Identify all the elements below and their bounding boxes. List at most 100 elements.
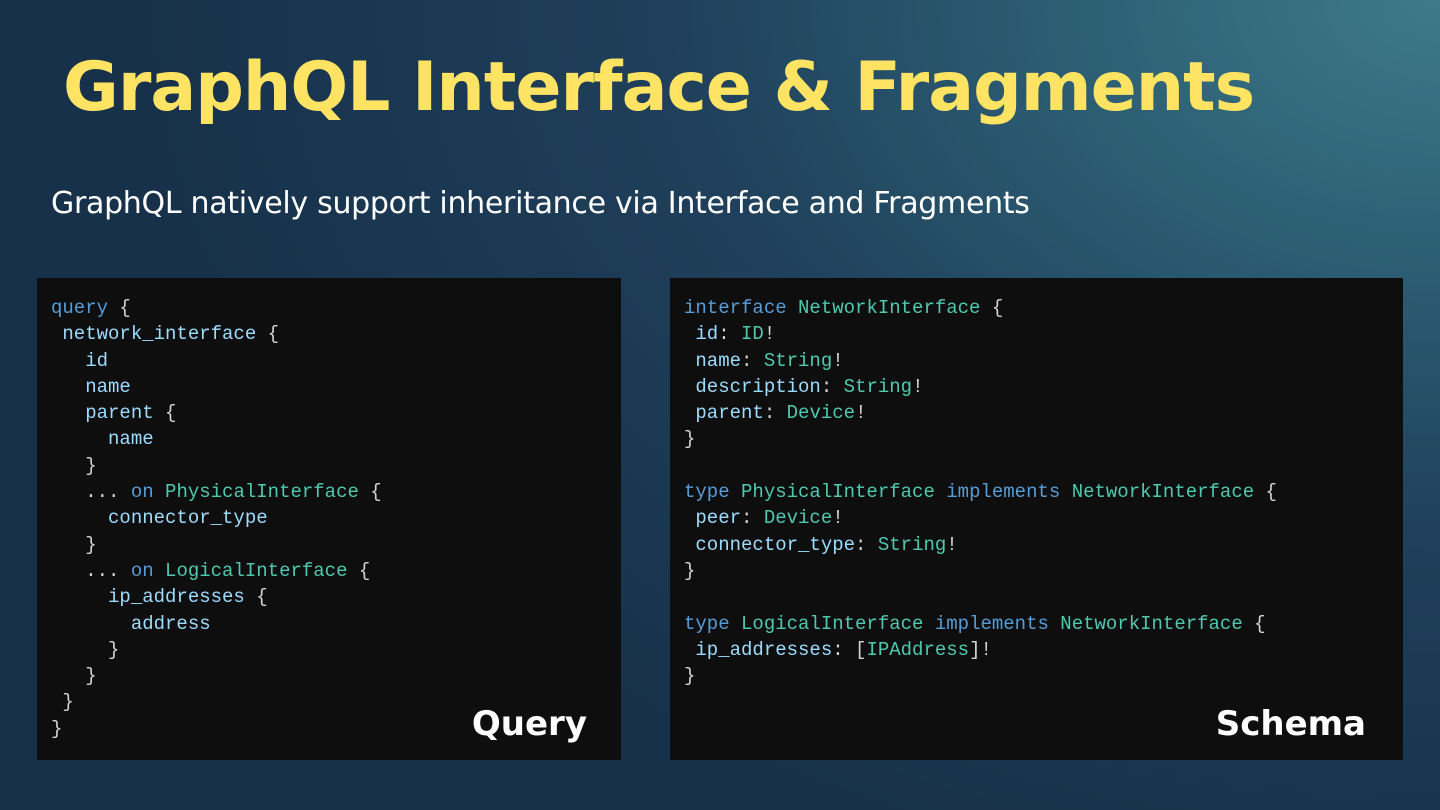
code-token-punct [154, 560, 165, 582]
code-token-type: LogicalInterface [741, 612, 924, 635]
code-line: address [51, 613, 211, 635]
code-token-kw: implements [934, 612, 1049, 635]
code-token-type: NetworkInterface [1071, 481, 1255, 504]
code-line: } [51, 533, 97, 556]
code-token-field: parent [695, 402, 764, 425]
code-line: connector_type [51, 507, 268, 529]
code-token-punct [51, 402, 85, 424]
code-token-type: NetworkInterface [798, 297, 981, 319]
code-line: peer: Device! [684, 507, 844, 530]
code-token-punct: } [51, 638, 120, 661]
code-token-type: Device [786, 402, 856, 425]
code-token-punct [684, 323, 695, 345]
code-token-punct: } [684, 559, 696, 582]
code-line: interface NetworkInterface { [684, 297, 1003, 319]
code-token-punct [51, 323, 62, 345]
code-token-field: id [695, 323, 719, 346]
code-token-punct: { [347, 559, 371, 582]
code-token-punct: ]! [969, 638, 992, 661]
code-line: } [684, 665, 695, 687]
code-line: } [51, 454, 97, 477]
code-token-punct: : [820, 375, 844, 398]
code-token-punct: } [51, 454, 97, 477]
code-token-punct: { [358, 481, 382, 504]
code-token-punct [730, 481, 741, 503]
code-token-field: connector_type [695, 533, 856, 556]
code-token-type: PhysicalInterface [741, 481, 935, 504]
slide-subtitle: GraphQL natively support inheritance via… [51, 186, 1030, 221]
code-token-punct: : [718, 323, 742, 346]
code-token-punct [51, 507, 108, 529]
code-line: id [51, 350, 108, 372]
code-token-punct: } [51, 533, 97, 556]
code-token-punct: : [741, 349, 764, 372]
code-line: } [51, 665, 97, 688]
code-token-punct [51, 428, 108, 450]
code-token-punct [787, 297, 798, 319]
query-code-block: query { network_interface { id name pare… [51, 295, 382, 742]
code-token-punct: ! [946, 533, 958, 556]
code-line: ip_addresses { [51, 586, 268, 608]
code-line: name: String! [684, 349, 844, 372]
code-token-punct [1060, 481, 1071, 503]
code-token-type: LogicalInterface [165, 559, 348, 582]
code-line: query { [51, 297, 131, 319]
code-token-punct: } [51, 717, 63, 740]
code-token-punct: { [980, 297, 1004, 319]
code-token-punct [51, 586, 108, 608]
code-token-punct: } [51, 665, 97, 688]
code-token-field: connector_type [108, 507, 268, 530]
code-token-punct [154, 481, 165, 503]
code-token-punct [730, 613, 741, 635]
code-token-kw: query [51, 297, 109, 319]
code-token-type: String [843, 375, 913, 398]
code-token-punct: ... [51, 481, 131, 504]
code-line: network_interface { [51, 323, 279, 345]
code-token-type: Device [763, 507, 833, 530]
code-token-field: description [695, 375, 821, 398]
code-line: name [51, 428, 154, 450]
code-token-field: ip_addresses [695, 638, 833, 661]
slide-title: GraphQL Interface & Fragments [63, 48, 1255, 127]
schema-code-panel: interface NetworkInterface { id: ID! nam… [670, 278, 1403, 760]
code-token-punct: { [108, 297, 131, 319]
code-line: parent: Device! [684, 402, 866, 424]
code-line: } [684, 560, 695, 582]
code-token-punct [923, 613, 934, 635]
code-token-field: ip_addresses [108, 586, 245, 609]
code-line: ... on LogicalInterface { [51, 560, 370, 582]
code-line: description: String! [684, 376, 923, 398]
code-token-punct [935, 481, 946, 503]
code-token-punct [684, 350, 695, 372]
code-token-kw: on [130, 481, 154, 504]
code-token-kw: implements [946, 481, 1061, 504]
code-line: } [51, 691, 73, 713]
code-token-punct: { [244, 586, 268, 609]
code-token-kw: on [130, 559, 154, 582]
code-token-punct: : [741, 507, 764, 530]
code-token-field: address [130, 612, 211, 635]
code-token-punct: ! [832, 349, 844, 372]
code-token-punct: } [684, 428, 696, 451]
code-token-punct: { [1254, 481, 1277, 504]
code-line: name [51, 376, 131, 398]
code-line: } [51, 718, 62, 740]
code-token-kw: type [684, 481, 730, 504]
code-token-field: id [85, 349, 109, 372]
code-token-punct [51, 613, 131, 635]
query-code-panel: query { network_interface { id name pare… [37, 278, 621, 760]
code-token-field: peer [695, 507, 742, 530]
code-token-type: ID [741, 323, 764, 346]
code-token-punct [51, 376, 85, 398]
code-token-type: IPAddress [866, 638, 970, 661]
code-token-punct [1049, 613, 1060, 635]
code-token-punct: : [763, 402, 787, 425]
code-token-type: String [763, 349, 833, 372]
code-token-punct: { [256, 323, 280, 346]
code-token-punct [684, 507, 695, 529]
code-token-punct [684, 534, 695, 556]
query-panel-label: Query [471, 704, 587, 744]
code-token-punct: } [684, 665, 696, 688]
code-token-field: name [108, 428, 154, 451]
code-token-punct: ! [832, 507, 844, 530]
